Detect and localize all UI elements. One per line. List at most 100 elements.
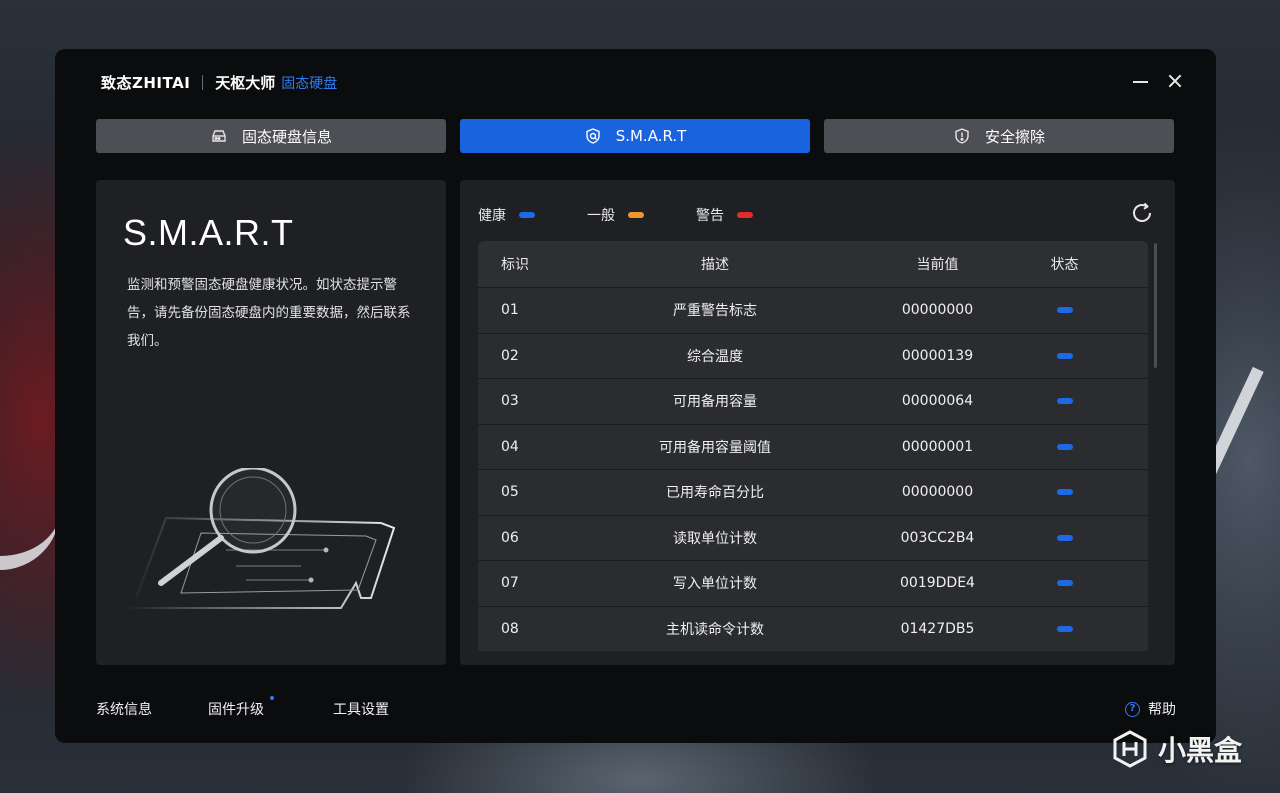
cell-value: 00000000 [901,302,974,319]
table-row[interactable]: 08 主机读命令计数 01427DB5 [478,605,1148,651]
cell-value: 0019DDE4 [900,575,975,592]
cell-description: 严重警告标志 [673,303,757,320]
smart-table: 标识 描述 当前值 状态 01 严重警告标志 00000000 02 综合温度 00000… [478,241,1148,665]
refresh-icon[interactable] [1130,201,1154,225]
tab-label: 固态硬盘信息 [241,127,332,146]
cell-status [995,398,1148,405]
table-row[interactable]: 05 已用寿命百分比 00000000 [478,469,1148,515]
title-bar: 致态ZHITAI 天枢大师 固态硬盘 [55,49,1216,113]
status-indicator [1056,534,1073,541]
cell-value: 01427DB5 [900,620,975,637]
cell-status [995,580,1148,587]
brand-divider [202,75,204,90]
cell-id: 08 [501,620,519,637]
header-value: 当前值 [916,257,959,273]
status-indicator [1056,352,1073,359]
legend-label: 一般 [587,208,615,224]
cell-id: 07 [501,575,519,592]
cell-id: 04 [501,438,519,455]
tool-settings-link[interactable]: 工具设置 [333,699,389,719]
cell-status [995,625,1148,632]
app-window: 致态ZHITAI 天枢大师 固态硬盘 固态硬盘信息 S.M.A.R.T 安全擦除… [55,49,1216,743]
status-indicator [1056,398,1073,405]
status-indicator [1056,307,1073,314]
cell-value: 003CC2B4 [900,529,975,546]
legend-swatch [519,212,535,218]
cell-description: 综合温度 [687,348,743,365]
cell-description: 主机读命令计数 [666,621,764,638]
cell-value: 00000001 [901,438,974,455]
status-indicator [1056,580,1073,587]
cell-description: 可用备用容量阈值 [659,439,771,456]
brand-logo: 致态ZHITAI [101,74,191,92]
table-row[interactable]: 02 综合温度 00000139 [478,332,1148,378]
cell-id: 02 [501,347,519,364]
brand-name: 天枢大师 [215,74,276,92]
legend-normal: 一般 [587,205,696,225]
watermark-text: 小黑盒 [1157,734,1242,767]
panel-title: S.M.A.R.T [123,212,294,253]
tab-smart[interactable]: S.M.A.R.T [460,119,810,153]
table-row[interactable]: 03 可用备用容量 00000064 [478,378,1148,424]
minimize-button[interactable] [1131,71,1151,91]
table-row[interactable]: 07 写入单位计数 0019DDE4 [478,560,1148,606]
update-badge [270,696,274,700]
cell-status [995,534,1148,541]
smart-table-panel: 健康 一般 警告 标识 描述 当前值 状态 01 严重警告标志 00000000… [460,180,1175,665]
status-indicator [1056,625,1073,632]
heybox-logo-icon [1113,730,1147,768]
legend-healthy: 健康 [478,205,587,225]
status-indicator [1056,443,1073,450]
firmware-upgrade-link[interactable]: 固件升级 [208,696,274,719]
cell-status [995,307,1148,314]
cell-id: 01 [501,302,519,319]
cell-id: 03 [501,393,519,410]
legend-label: 健康 [478,208,506,224]
cell-status [995,352,1148,359]
brand-accent: 固态硬盘 [281,75,338,92]
table-header: 标识 描述 当前值 状态 [478,241,1148,287]
tab-ssd-info[interactable]: 固态硬盘信息 [96,119,446,153]
site-watermark: 小黑盒 [1112,729,1242,769]
system-info-link[interactable]: 系统信息 [96,699,152,719]
cell-status [995,489,1148,496]
cell-value: 00000000 [901,484,974,501]
tab-secure-erase[interactable]: 安全擦除 [824,119,1174,153]
firmware-upgrade-label: 固件升级 [208,702,264,718]
header-id: 标识 [501,257,529,273]
smart-info-panel: S.M.A.R.T 监测和预警固态硬盘健康状况。如状态提示警告，请先备份固态硬盘… [96,180,446,665]
cell-value: 00000064 [901,393,974,410]
cell-id: 06 [501,529,519,546]
cell-description: 读取单位计数 [673,530,757,547]
legend-swatch [628,212,644,218]
legend-swatch [737,212,753,218]
help-link[interactable]: ? 帮助 [1125,699,1176,719]
close-button[interactable] [1165,71,1185,91]
drive-icon [212,130,226,142]
cell-description: 写入单位计数 [673,576,757,593]
cell-description: 可用备用容量 [673,394,757,411]
footer-bar: 系统信息 固件升级 工具设置 ? 帮助 [96,696,1176,721]
panel-description: 监测和预警固态硬盘健康状况。如状态提示警告，请先备份固态硬盘内的重要数据，然后联… [127,277,411,349]
brand: 致态ZHITAI 天枢大师 固态硬盘 [101,72,337,93]
tab-label: 安全擦除 [984,127,1045,146]
status-legend: 健康 一般 警告 [478,205,805,225]
help-label: 帮助 [1148,702,1176,718]
tab-label: S.M.A.R.T [615,127,687,145]
warning-shield-icon [955,128,969,144]
cell-description: 已用寿命百分比 [666,485,764,502]
legend-warning: 警告 [696,205,805,225]
table-scrollbar[interactable] [1154,243,1157,368]
help-icon: ? [1125,701,1140,717]
legend-label: 警告 [696,208,724,224]
status-indicator [1056,489,1073,496]
cell-status [995,443,1148,450]
table-row[interactable]: 04 可用备用容量阈值 00000001 [478,423,1148,469]
shield-icon [586,128,600,144]
header-description: 描述 [701,257,729,273]
table-row[interactable]: 06 读取单位计数 003CC2B4 [478,514,1148,560]
header-status: 状态 [1050,257,1079,273]
table-body: 01 严重警告标志 00000000 02 综合温度 00000139 03 可用备用容量 00… [478,287,1148,651]
cell-id: 05 [501,484,519,501]
table-row[interactable]: 01 严重警告标志 00000000 [478,287,1148,333]
